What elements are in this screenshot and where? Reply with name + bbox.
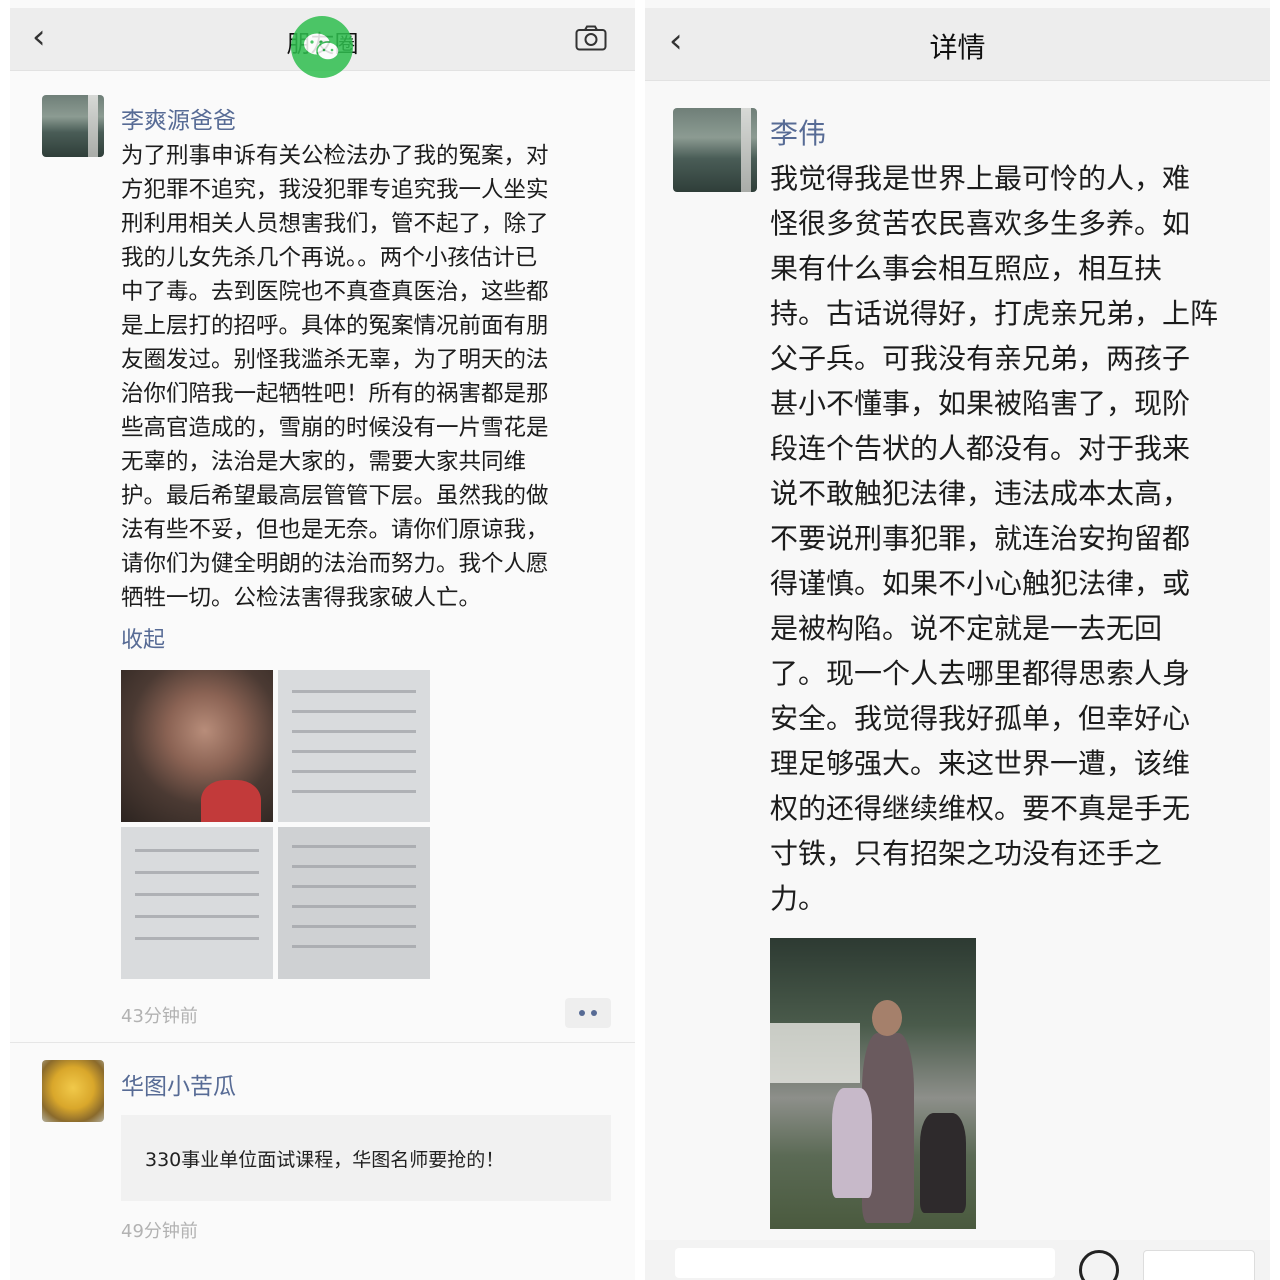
post-text-line: 父子兵。可我没有亲兄弟，两孩子: [770, 342, 1191, 375]
ad-link-card[interactable]: 330事业单位面试课程，华图名师要抢的！: [121, 1115, 611, 1201]
post-image-document[interactable]: [278, 827, 430, 979]
post-author-name[interactable]: 华图小苦瓜: [121, 1067, 236, 1101]
post-detail-panel: ‹ 详情 李伟 我觉得我是世界上最可怜的人，难 怪很多贫苦农民喜欢多生多养。如 果有…: [645, 0, 1270, 1280]
person-figure: [872, 1000, 902, 1036]
post-text-line: 说不敢触犯法律，违法成本太高，: [770, 477, 1191, 510]
post-text-line: 持。古话说得好，打虎亲兄弟，上阵: [770, 297, 1219, 330]
post-text-line: 力。: [770, 882, 827, 915]
collapse-link[interactable]: 收起: [121, 622, 165, 654]
post-text-line: 无辜的，法治是大家的，需要大家共同维: [121, 449, 527, 475]
post-text-line: 刑利用相关人员想害我们，管不起了，除了: [121, 211, 549, 237]
more-options-button[interactable]: [565, 998, 611, 1028]
post-image-family[interactable]: [770, 938, 976, 1229]
post-text-line: 是上层打的招呼。具体的冤案情况前面有朋: [121, 313, 549, 339]
post-text-line: 些高官造成的，雪崩的时候没有一片雪花是: [121, 415, 549, 441]
post-image-child[interactable]: [121, 670, 273, 822]
post-content: 我觉得我是世界上最可怜的人，难 怪很多贫苦农民喜欢多生多养。如 果有什么事会相互照应…: [770, 156, 1260, 921]
moments-feed-panel: ‹ 朋友圈 李爽源爸爸 为了刑事申诉有关公检法办了我的冤案，对方犯罪不追究，我没…: [10, 0, 635, 1280]
dot-icon: [579, 1010, 585, 1016]
post-text-line: 我觉得我是世界上最可怜的人，难: [770, 162, 1191, 195]
building-sign: [770, 1023, 860, 1083]
camera-icon[interactable]: [575, 25, 607, 51]
post-author-name[interactable]: 李爽源爸爸: [121, 101, 236, 135]
post-text-line: 了。现一个人去哪里都得思索人身: [770, 657, 1191, 690]
comment-bar: [645, 1240, 1270, 1280]
detail-nav-bar: ‹ 详情: [645, 8, 1270, 81]
post-text-line: 甚小不懂事，如果被陷害了，现阶: [770, 387, 1191, 420]
post-text-line: 权的还得继续维权。要不真是手无: [770, 792, 1191, 825]
avatar[interactable]: [42, 1060, 104, 1122]
post-author-name[interactable]: 李伟: [770, 112, 826, 152]
dot-icon: [591, 1010, 597, 1016]
post-text-line: 请你们为健全明朗的法治而努力。我个人愿: [121, 551, 549, 577]
divider: [10, 1042, 635, 1043]
send-button[interactable]: [1143, 1250, 1255, 1280]
post-text-line: 中了毒。去到医院也不真查真医治，这些都: [121, 279, 549, 305]
avatar[interactable]: [673, 108, 757, 192]
comment-input[interactable]: [675, 1248, 1055, 1278]
person-figure: [920, 1113, 966, 1213]
post-text-line: 我的儿女先杀几个再说。。两个小孩估计已: [121, 245, 538, 271]
post-text-line: 牺牲一切。公检法害得我家破人亡。: [121, 585, 482, 611]
post-content: 为了刑事申诉有关公检法办了我的冤案，对 方犯罪不追究，我没犯罪专追究我一人坐实 刑利…: [121, 139, 621, 615]
post-text-line: 护。最后希望最高层管管下层。虽然我的做: [121, 483, 549, 509]
post-text-line: 不要说刑事犯罪，就连治安拘留都: [770, 522, 1191, 555]
post-image-document[interactable]: [278, 670, 430, 822]
post-text-line: 友圈发过。别怪我滥杀无辜，为了明天的法: [121, 347, 549, 373]
post-text-line: 果有什么事会相互照应，相互扶: [770, 252, 1163, 285]
wechat-logo-icon: [291, 16, 353, 78]
post-text-line: 段连个告状的人都没有。对于我来: [770, 432, 1191, 465]
post-text-line: 怪很多贫苦农民喜欢多生多养。如: [770, 207, 1191, 240]
ad-text: 330事业单位面试课程，华图名师要抢的！: [145, 1148, 505, 1171]
post-timestamp: 43分钟前: [121, 1006, 198, 1027]
post-text-line: 法有些不妥，但也是无奈。请你们原谅我，: [121, 517, 549, 543]
post-text-line: 得谨慎。如果不小心触犯法律，或: [770, 567, 1191, 600]
post-text-line: 是被构陷。说不定就是一去无回: [770, 612, 1163, 645]
emoji-icon[interactable]: [1079, 1250, 1119, 1280]
post-text-line: 安全。我觉得我好孤单，但幸好心: [770, 702, 1191, 735]
avatar[interactable]: [42, 95, 104, 157]
post-text-line: 方犯罪不追究，我没犯罪专追究我一人坐实: [121, 177, 549, 203]
post-text-line: 为了刑事申诉有关公检法办了我的冤案，对: [121, 143, 549, 169]
post-image-document[interactable]: [121, 827, 273, 979]
person-figure: [832, 1088, 872, 1198]
post-text-line: 治你们陪我一起牺牲吧！所有的祸害都是那: [121, 381, 549, 407]
page-title: 详情: [929, 31, 986, 64]
post-text-line: 寸铁，只有招架之功没有还手之: [770, 837, 1163, 870]
post-text-line: 理足够强大。来这世界一遭，该维: [770, 747, 1191, 780]
post-timestamp: 49分钟前: [121, 1221, 198, 1242]
